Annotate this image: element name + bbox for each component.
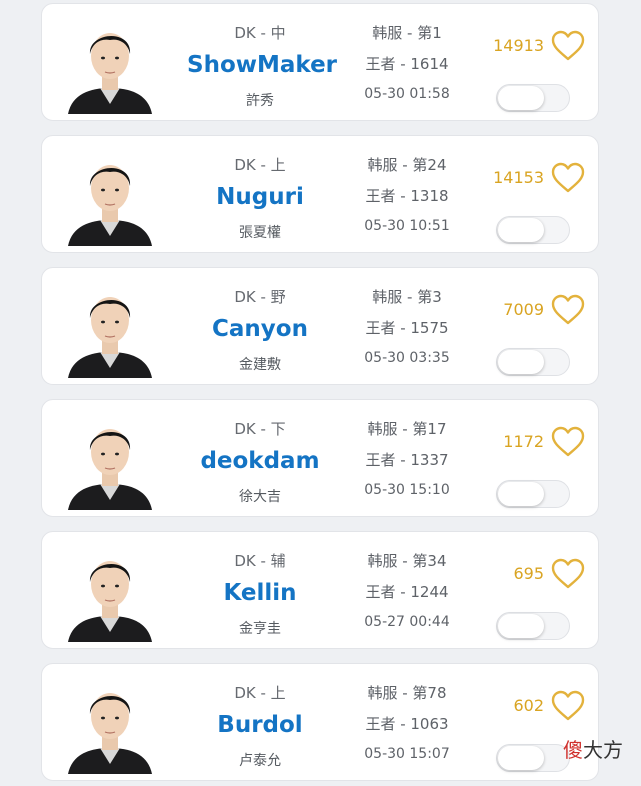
- player-avatar: [60, 410, 160, 510]
- heart-outline-icon[interactable]: [550, 162, 586, 194]
- real-name: 徐大吉: [239, 489, 281, 505]
- heart-outline-icon[interactable]: [550, 294, 586, 326]
- tier-points: 王者 - 1244: [365, 583, 449, 601]
- update-time: 05-30 03:35: [364, 350, 450, 366]
- like-count: 14153: [493, 168, 544, 187]
- real-name: 許秀: [246, 93, 274, 109]
- player-card[interactable]: DK - 下 deokdam 徐大吉 韩服 - 第17 王者 - 1337 05…: [41, 399, 599, 517]
- tier-points: 王者 - 1614: [365, 55, 449, 73]
- update-time: 05-30 10:51: [364, 218, 450, 234]
- toggle-knob: [498, 86, 544, 110]
- player-card[interactable]: DK - 辅 Kellin 金亨圭 韩服 - 第34 王者 - 1244 05-…: [41, 531, 599, 649]
- player-list: DK - 中 ShowMaker 許秀 韩服 - 第1 王者 - 1614 05…: [0, 0, 641, 786]
- toggle-knob: [498, 614, 544, 638]
- watermark-rest: 大方: [583, 738, 623, 762]
- real-name: 金亨圭: [239, 621, 281, 637]
- server-rank: 韩服 - 第17: [367, 420, 447, 438]
- player-card[interactable]: DK - 野 Canyon 金建敷 韩服 - 第3 王者 - 1575 05-3…: [41, 267, 599, 385]
- team-role: DK - 下: [234, 420, 286, 438]
- like-count: 695: [513, 564, 544, 583]
- heart-outline-icon[interactable]: [550, 690, 586, 722]
- update-time: 05-30 15:10: [364, 482, 450, 498]
- follow-toggle[interactable]: [496, 480, 570, 508]
- player-avatar: [60, 146, 160, 246]
- player-name[interactable]: Kellin: [187, 580, 333, 606]
- heart-outline-icon[interactable]: [550, 426, 586, 458]
- like-count: 1172: [503, 432, 544, 451]
- server-rank: 韩服 - 第24: [367, 156, 447, 174]
- follow-toggle[interactable]: [496, 348, 570, 376]
- like-count: 14913: [493, 36, 544, 55]
- server-rank: 韩服 - 第1: [372, 24, 442, 42]
- update-time: 05-30 01:58: [364, 86, 450, 102]
- server-rank: 韩服 - 第78: [367, 684, 447, 702]
- update-time: 05-30 15:07: [364, 746, 450, 762]
- follow-toggle[interactable]: [496, 744, 570, 772]
- toggle-knob: [498, 482, 544, 506]
- player-card[interactable]: DK - 中 ShowMaker 許秀 韩服 - 第1 王者 - 1614 05…: [41, 3, 599, 121]
- team-role: DK - 野: [234, 288, 286, 306]
- real-name: 金建敷: [239, 357, 281, 373]
- watermark: 傻大方: [563, 734, 623, 763]
- tier-points: 王者 - 1337: [365, 451, 449, 469]
- server-rank: 韩服 - 第34: [367, 552, 447, 570]
- player-name[interactable]: Nuguri: [187, 184, 333, 210]
- toggle-knob: [498, 218, 544, 242]
- toggle-knob: [498, 350, 544, 374]
- follow-toggle[interactable]: [496, 84, 570, 112]
- team-role: DK - 辅: [234, 552, 286, 570]
- player-name[interactable]: deokdam: [187, 448, 333, 474]
- tier-points: 王者 - 1318: [365, 187, 449, 205]
- tier-points: 王者 - 1063: [365, 715, 449, 733]
- player-avatar: [60, 14, 160, 114]
- tier-points: 王者 - 1575: [365, 319, 449, 337]
- server-rank: 韩服 - 第3: [372, 288, 442, 306]
- heart-outline-icon[interactable]: [550, 30, 586, 62]
- follow-toggle[interactable]: [496, 216, 570, 244]
- player-name[interactable]: Canyon: [187, 316, 333, 342]
- player-avatar: [60, 542, 160, 642]
- watermark-first-char: 傻: [563, 738, 583, 762]
- player-card[interactable]: DK - 上 Burdol 卢泰允 韩服 - 第78 王者 - 1063 05-…: [41, 663, 599, 781]
- heart-outline-icon[interactable]: [550, 558, 586, 590]
- real-name: 卢泰允: [239, 753, 281, 769]
- player-name[interactable]: ShowMaker: [187, 52, 337, 78]
- team-role: DK - 中: [234, 24, 286, 42]
- real-name: 張夏權: [239, 225, 281, 241]
- follow-toggle[interactable]: [496, 612, 570, 640]
- team-role: DK - 上: [234, 684, 286, 702]
- toggle-knob: [498, 746, 544, 770]
- like-count: 602: [513, 696, 544, 715]
- player-avatar: [60, 278, 160, 378]
- like-count: 7009: [503, 300, 544, 319]
- player-avatar: [60, 674, 160, 774]
- update-time: 05-27 00:44: [364, 614, 450, 630]
- team-role: DK - 上: [234, 156, 286, 174]
- player-name[interactable]: Burdol: [187, 712, 333, 738]
- player-card[interactable]: DK - 上 Nuguri 張夏權 韩服 - 第24 王者 - 1318 05-…: [41, 135, 599, 253]
